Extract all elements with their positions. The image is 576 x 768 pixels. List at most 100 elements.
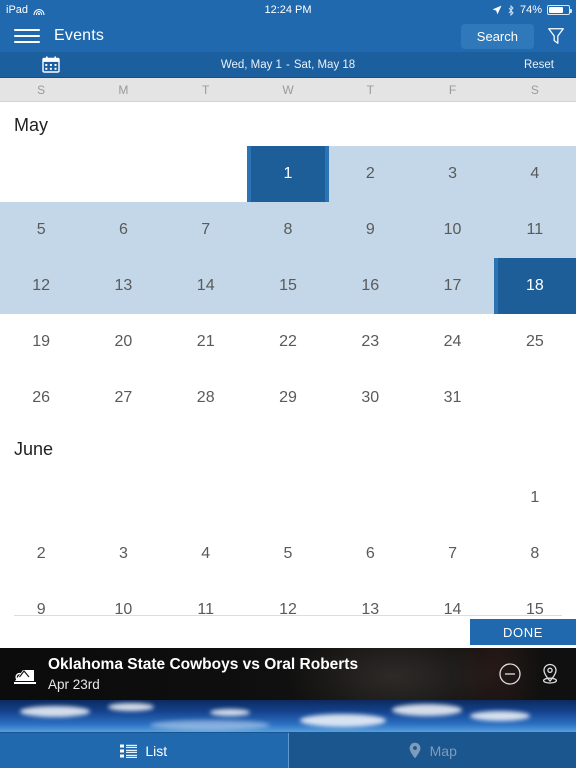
- date-range-label: Wed, May 1- Sat, May 18: [0, 59, 576, 71]
- event-date: Apr 23rd: [48, 676, 100, 692]
- calendar-day-14[interactable]: 14: [411, 582, 493, 615]
- calendar-day-4[interactable]: 4: [165, 526, 247, 582]
- calendar-day-28[interactable]: 28: [165, 370, 247, 426]
- calendar-day-5[interactable]: 5: [0, 202, 82, 258]
- event-card[interactable]: Oklahoma State Cowboys vs Oral Roberts A…: [0, 648, 576, 700]
- calendar-day-7[interactable]: 7: [411, 526, 493, 582]
- weekday-header-4: T: [366, 82, 374, 97]
- event-card-actions: [498, 662, 562, 686]
- calendar-day-7[interactable]: 7: [165, 202, 247, 258]
- calendar-day-14[interactable]: 14: [165, 258, 247, 314]
- calendar-day-30[interactable]: 30: [329, 370, 411, 426]
- calendar-day-8[interactable]: 8: [247, 202, 329, 258]
- calendar-day-9[interactable]: 9: [329, 202, 411, 258]
- hamburger-menu-icon[interactable]: [14, 27, 40, 45]
- battery-percent-label: 74%: [519, 4, 542, 16]
- map-pin-icon: [409, 742, 421, 759]
- calendar-day-29[interactable]: 29: [247, 370, 329, 426]
- map-pin-icon[interactable]: [538, 662, 562, 686]
- calendar-day-23[interactable]: 23: [329, 314, 411, 370]
- bluetooth-icon: [508, 4, 514, 16]
- calendar-day-20[interactable]: 20: [82, 314, 164, 370]
- calendar-day-31[interactable]: 31: [411, 370, 493, 426]
- calendar-day-15[interactable]: 15: [494, 582, 576, 615]
- calendar-day-11[interactable]: 11: [165, 582, 247, 615]
- status-bar: iPad 12:24 PM 74%: [0, 0, 576, 20]
- reset-button[interactable]: Reset: [524, 59, 554, 71]
- calendar-day-22[interactable]: 22: [247, 314, 329, 370]
- weekday-header-1: M: [118, 82, 129, 97]
- weekday-header-5: F: [448, 82, 457, 97]
- calendar-day-5[interactable]: 5: [247, 526, 329, 582]
- calendar-day-12[interactable]: 12: [247, 582, 329, 615]
- sports-event-icon: [14, 670, 36, 684]
- calendar-day-1[interactable]: 1: [246, 146, 330, 202]
- calendar-day-15[interactable]: 15: [247, 258, 329, 314]
- calendar-day-3[interactable]: 3: [411, 146, 494, 202]
- calendar-day-21[interactable]: 21: [165, 314, 247, 370]
- month-label-may: May: [14, 115, 49, 135]
- calendar-day-9[interactable]: 9: [0, 582, 82, 615]
- weekday-header-2: T: [202, 82, 210, 97]
- filter-funnel-icon[interactable]: [546, 26, 566, 46]
- navigation-bar: Events Search: [0, 20, 576, 52]
- battery-icon: [547, 5, 572, 15]
- calendar-week-row: 5 6 7 8 9 10 11: [0, 202, 576, 258]
- calendar-week-row: 9 10 11 12 13 14 15: [0, 582, 576, 615]
- calendar-icon[interactable]: [42, 56, 60, 73]
- calendar-day-16[interactable]: 16: [329, 258, 411, 314]
- search-button[interactable]: Search: [460, 23, 534, 49]
- calendar-day-6[interactable]: 6: [329, 526, 411, 582]
- calendar-day-2[interactable]: 2: [329, 146, 412, 202]
- calendar-day-4[interactable]: 4: [493, 146, 576, 202]
- calendar-grid[interactable]: May 1 2 3 4 5 6 7 8 9 10 11 12 13 14 15 16 17 18 19 20 21 22 23…: [0, 102, 576, 616]
- calendar-day-19[interactable]: 19: [0, 314, 82, 370]
- date-range-bar: Wed, May 1- Sat, May 18 Reset: [0, 52, 576, 78]
- event-photo-band: [0, 700, 576, 732]
- calendar-day-1[interactable]: 1: [494, 470, 576, 526]
- navigation-bar-actions: Search: [460, 23, 566, 49]
- tab-map-label: Map: [429, 742, 457, 759]
- month-label-june: June: [14, 439, 54, 459]
- calendar-day-18[interactable]: 18: [493, 258, 576, 314]
- tab-list[interactable]: List: [0, 733, 288, 768]
- weekday-header-3: W: [282, 82, 294, 97]
- calendar-day-3[interactable]: 3: [82, 526, 164, 582]
- calendar-day-10[interactable]: 10: [411, 202, 493, 258]
- tab-list-label: List: [145, 742, 168, 759]
- calendar-day-17[interactable]: 17: [411, 258, 493, 314]
- range-start-date: Wed, May 1: [220, 58, 282, 71]
- calendar-day-2[interactable]: 2: [0, 526, 82, 582]
- calendar-week-row: 2345678: [0, 526, 576, 582]
- event-title: Oklahoma State Cowboys vs Oral Roberts: [48, 656, 359, 674]
- calendar-day-empty: [329, 470, 411, 526]
- event-card-text: Oklahoma State Cowboys vs Oral Roberts A…: [48, 656, 358, 692]
- calendar-day-12[interactable]: 12: [0, 258, 82, 314]
- calendar-day-empty: [82, 146, 164, 202]
- calendar-day-13[interactable]: 13: [82, 258, 164, 314]
- status-bar-time: 12:24 PM: [264, 4, 312, 16]
- calendar-week-row: 12 13 14 15 16 17 18: [0, 258, 576, 314]
- calendar-day-6[interactable]: 6: [82, 202, 164, 258]
- calendar-day-13[interactable]: 13: [329, 582, 411, 615]
- status-bar-left: iPad: [6, 4, 45, 16]
- list-icon: [120, 744, 138, 758]
- calendar-day-26[interactable]: 26: [0, 370, 82, 426]
- calendar-day-8[interactable]: 8: [494, 526, 576, 582]
- calendar-week-row: 19 20 21 22 23 24 25: [0, 314, 576, 370]
- location-arrow-icon: [492, 5, 502, 15]
- minus-circle-icon[interactable]: [498, 662, 522, 686]
- tab-map[interactable]: Map: [288, 733, 576, 768]
- calendar-day-empty: [82, 470, 164, 526]
- calendar-day-10[interactable]: 10: [82, 582, 164, 615]
- weekday-header-row: SMTWTFS: [0, 78, 576, 102]
- calendar-day-27[interactable]: 27: [82, 370, 164, 426]
- calendar-day-25[interactable]: 25: [494, 314, 576, 370]
- done-button[interactable]: DONE: [470, 619, 576, 645]
- wifi-icon: [33, 6, 45, 15]
- calendar-day-empty: [494, 370, 576, 426]
- bottom-tab-bar: List Map: [0, 732, 576, 768]
- calendar-day-11[interactable]: 11: [494, 202, 576, 258]
- weekday-header-0: S: [37, 82, 46, 97]
- calendar-day-24[interactable]: 24: [411, 314, 493, 370]
